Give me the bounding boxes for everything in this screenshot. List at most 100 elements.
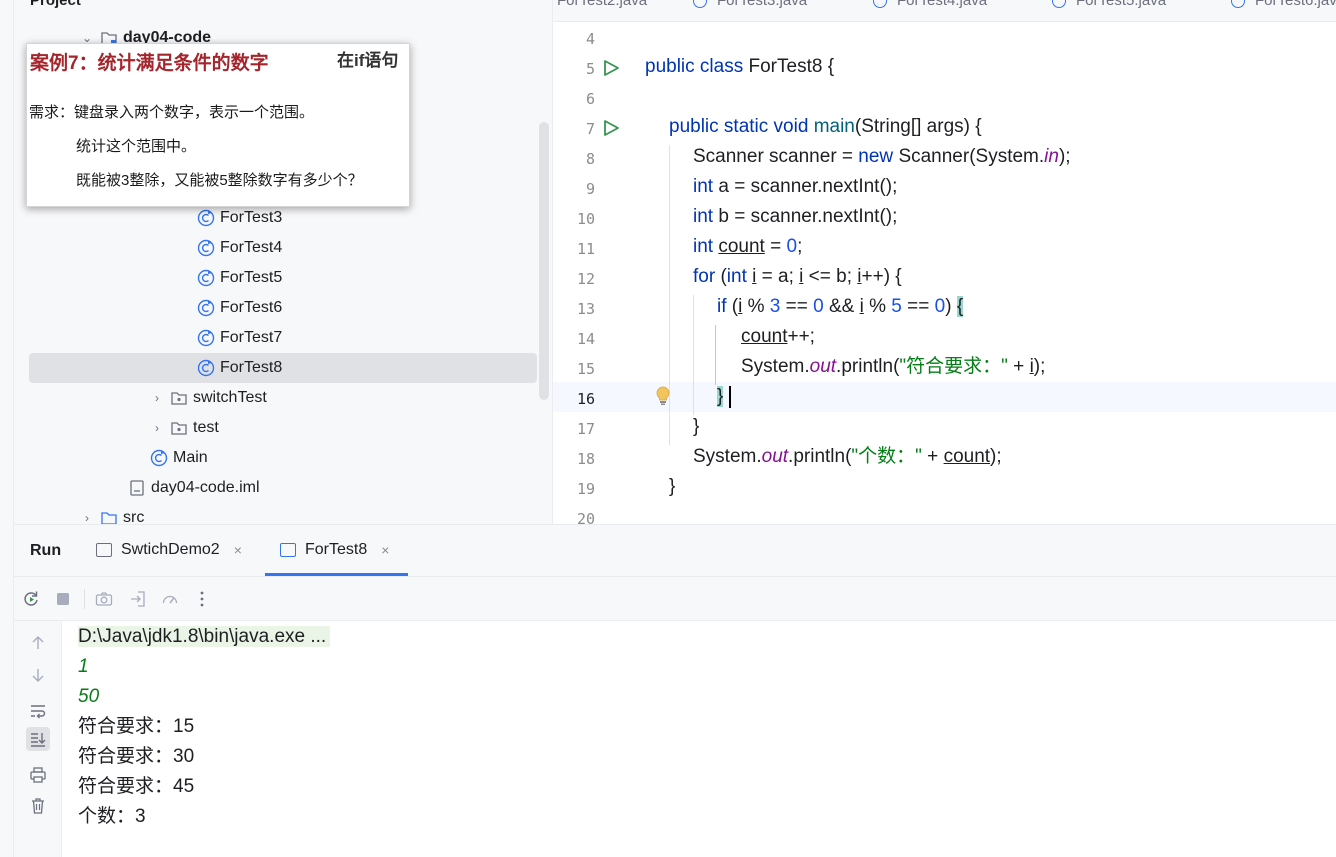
tab-label: ForTest5.java [1076,0,1167,9]
code-token: "符合要求：" [899,356,1008,377]
code-token: == [780,296,814,317]
trash-icon[interactable] [26,794,50,818]
code-token: public static void [669,116,814,137]
code-token: + [1007,356,1030,377]
tree-item-fortest8[interactable]: ForTest8 [29,353,537,383]
code-token: count [741,326,788,347]
line-number: 19 [576,480,595,498]
camera-icon[interactable] [94,589,114,609]
code-editor[interactable]: 4 5 6 7 8 9 10 11 12 13 14 15 16 17 18 1… [553,22,1336,524]
login-icon[interactable] [128,589,148,609]
console-command-text[interactable]: D:\Java\jdk1.8\bin\java.exe ... [78,626,331,647]
class-icon [873,0,887,8]
tree-item-fortest5[interactable]: ForTest5 [197,263,282,293]
profiler-icon[interactable] [160,589,180,609]
tree-item-label: ForTest8 [220,359,283,376]
tree-item-fortest3[interactable]: ForTest3 [197,203,282,233]
run-tab-swtichdemo2[interactable]: SwtichDemo2 × [96,541,242,559]
code-token: <= b; [803,266,858,287]
line-number: 20 [576,510,595,524]
code-token: ); [1033,356,1046,377]
code-line-15: System.out.println("符合要求：" + i); [741,352,1045,382]
more-options-icon[interactable] [192,589,212,609]
code-line-16: } [717,382,724,412]
code-token: main [813,116,855,137]
matched-brace: { [956,296,964,317]
slide-popup: 案例7：统计满足条件的数字 在if语句 需求：键盘录入两个数字，表示一个范围。 … [26,43,410,207]
file-icon [128,479,146,497]
editor-tab-fortest5[interactable]: ForTest5.java [1052,0,1166,9]
tree-item-switchtest[interactable]: › switchTest [150,383,267,413]
soft-wrap-icon[interactable] [26,699,50,723]
tree-item-iml[interactable]: day04-code.iml [128,473,260,503]
chevron-right-icon[interactable]: › [150,413,164,443]
tab-label: ForTest2.java [557,0,648,9]
project-panel-title[interactable]: Project [30,0,81,9]
line-number: 12 [576,270,595,288]
close-icon[interactable]: × [234,542,242,558]
run-main-icon[interactable] [602,119,620,137]
line-number: 14 [576,330,595,348]
console-line-output: 符合要求：30 [78,746,195,767]
code-token: int [693,206,719,227]
code-token: ); [1058,146,1071,167]
popup-line: 统计这个范围中。 [76,138,197,155]
code-token: b = scanner.nextInt(); [718,206,898,227]
code-line-8: Scanner scanner = new Scanner(System.in)… [693,142,1071,172]
code-line-14: count++; [741,322,815,352]
code-token: out [809,356,837,377]
code-token: = a; [756,266,800,287]
tree-item-main[interactable]: Main [150,443,208,473]
console-line-output: 符合要求：45 [78,776,195,797]
class-icon [1231,0,1245,8]
run-tab-label: ForTest8 [305,541,368,558]
chevron-right-icon[interactable]: › [80,503,94,524]
code-token: 0 [934,296,946,317]
tree-item-src[interactable]: › src [80,503,144,524]
code-token: ; [797,236,803,257]
run-header: Run SwtichDemo2 × ForTest8 × [14,525,1336,577]
tree-item-fortest7[interactable]: ForTest7 [197,323,282,353]
code-token: in [1044,146,1059,167]
run-title: Run [30,542,62,559]
tree-item-fortest4[interactable]: ForTest4 [197,233,282,263]
package-icon [170,389,188,407]
run-panel: Run SwtichDemo2 × ForTest8 × D:\Java\jdk… [14,524,1336,857]
tree-item-label: Main [173,449,208,466]
code-token: out [761,446,789,467]
code-token: 3 [769,296,781,317]
project-scrollbar[interactable] [539,122,549,400]
code-token: Scanner(System. [898,146,1045,167]
line-number: 18 [576,450,595,468]
lightbulb-icon[interactable] [655,386,671,406]
code-token: (String[] args) { [854,116,982,137]
tree-item-label: ForTest6 [220,299,283,316]
stop-icon[interactable] [53,589,73,609]
code-token: 0 [786,236,798,257]
indent-guide [693,295,694,415]
tree-item-fortest6[interactable]: ForTest6 [197,293,282,323]
chevron-right-icon[interactable]: › [150,383,164,413]
line-number: 6 [585,90,595,108]
down-arrow-icon[interactable] [26,663,50,687]
tree-item-test[interactable]: › test [150,413,219,443]
rerun-icon[interactable] [21,589,41,609]
code-line-7: public static void main(String[] args) { [669,112,982,142]
up-arrow-icon[interactable] [26,631,50,655]
editor-tab-fortest3[interactable]: ForTest3.java [693,0,807,9]
editor-tab-fortest6[interactable]: ForTest6.java [1231,0,1336,9]
class-icon [197,329,215,347]
code-token: System. [741,356,810,377]
popup-line: 既能被3整除，又能被5整除数字有多少个？ [76,172,363,189]
code-line-12: for (int i = a; i <= b; i++) { [693,262,902,292]
code-token: count [943,446,991,467]
code-token: count [718,236,765,257]
editor-tab-fortest4[interactable]: ForTest4.java [873,0,987,9]
print-icon[interactable] [26,763,50,787]
close-icon[interactable]: × [381,542,389,558]
editor-tab-fortest2[interactable]: ForTest2.java [557,0,647,9]
run-class-icon[interactable] [602,59,620,77]
scroll-to-end-icon[interactable] [26,727,50,751]
text-caret [729,386,731,408]
run-tab-fortest8[interactable]: ForTest8 × [280,541,389,559]
